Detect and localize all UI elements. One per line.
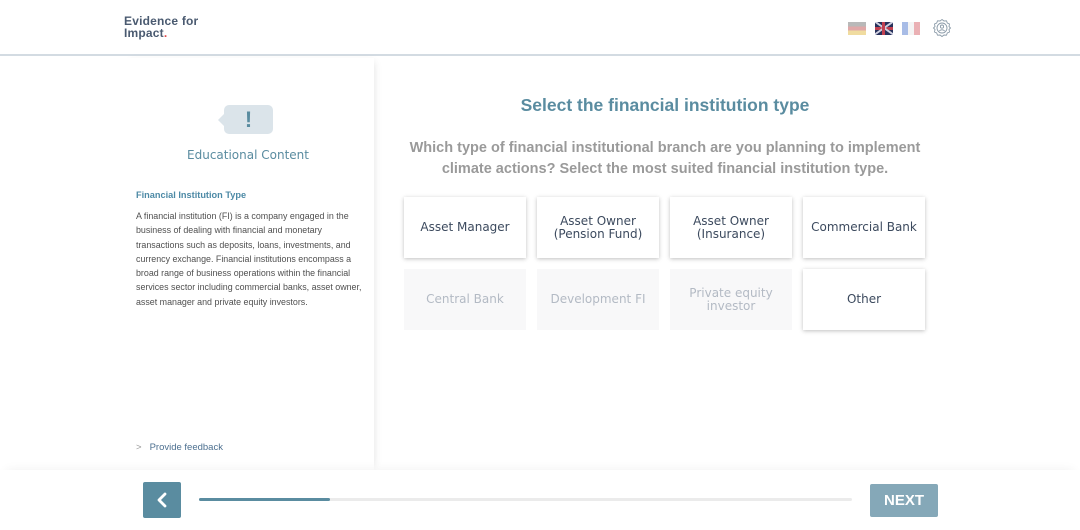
progress-bar <box>199 498 852 501</box>
chevron-right-icon: > <box>136 442 142 453</box>
provide-feedback-link[interactable]: > Provide feedback <box>136 442 223 453</box>
option-asset-owner-pension[interactable]: Asset Owner (Pension Fund) <box>537 197 659 258</box>
exclamation-icon: ! <box>244 107 253 132</box>
option-commercial-bank[interactable]: Commercial Bank <box>803 197 925 258</box>
option-label: Commercial Bank <box>811 220 917 234</box>
logo[interactable]: Evidence for Impact. <box>124 15 198 39</box>
header-actions <box>848 18 952 38</box>
section-heading: Financial Institution Type <box>136 190 247 200</box>
sidebar-title: Educational Content <box>187 148 309 162</box>
option-asset-owner-insurance[interactable]: Asset Owner (Insurance) <box>670 197 792 258</box>
educational-sidebar: ! Educational Content Financial Institut… <box>122 58 374 470</box>
option-development-fi: Development FI <box>537 269 659 330</box>
option-central-bank: Central Bank <box>404 269 526 330</box>
option-label: Private equity investor <box>689 285 773 313</box>
footer-nav: NEXT <box>0 470 1080 530</box>
progress-fill <box>199 498 330 501</box>
option-private-equity: Private equity investor <box>670 269 792 330</box>
back-button[interactable] <box>143 482 181 518</box>
chevron-left-icon <box>157 492 167 508</box>
question-text: Which type of financial institutional br… <box>409 140 921 177</box>
feedback-label: Provide feedback <box>149 442 223 453</box>
page-title: Select the financial institution type <box>520 95 810 115</box>
option-other[interactable]: Other <box>803 269 925 330</box>
section-text: A financial institution (FI) is a compan… <box>136 211 362 307</box>
option-label: Asset Manager <box>420 220 510 234</box>
option-label: Development FI <box>550 292 646 306</box>
info-bubble-icon: ! <box>218 105 273 134</box>
option-label: Central Bank <box>426 292 504 306</box>
logo-dot: . <box>163 26 168 40</box>
german-flag-icon[interactable] <box>848 21 866 35</box>
option-asset-manager[interactable]: Asset Manager <box>404 197 526 258</box>
option-label: Asset Owner (Pension Fund) <box>553 213 643 241</box>
logo-line2: Impact. <box>124 27 198 39</box>
institution-options: Asset Manager Asset Owner (Pension Fund)… <box>404 197 926 330</box>
next-button[interactable]: NEXT <box>870 484 938 517</box>
option-label: Other <box>846 292 882 306</box>
user-settings-gear-icon[interactable] <box>932 18 952 38</box>
french-flag-icon[interactable] <box>902 21 920 35</box>
option-label: Asset Owner (Insurance) <box>693 213 769 241</box>
top-header: Evidence for Impact. <box>0 0 1080 56</box>
uk-flag-icon[interactable] <box>875 21 893 35</box>
logo-line2-text: Impact <box>124 26 164 40</box>
